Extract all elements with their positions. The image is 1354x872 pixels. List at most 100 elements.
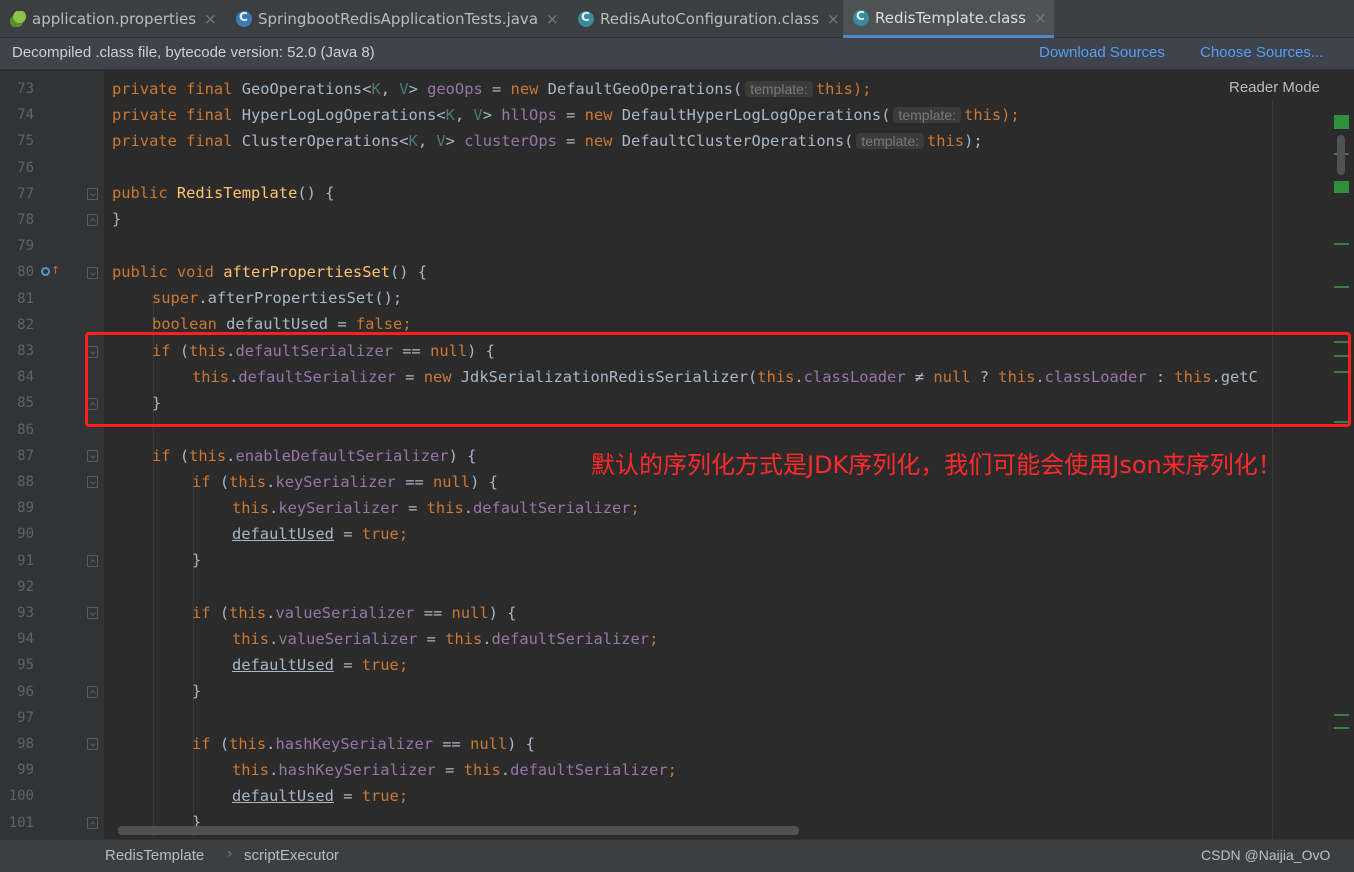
tab-redis-template[interactable]: RedisTemplate.class ×: [843, 0, 1054, 38]
line-number: 99: [17, 762, 34, 779]
line-number: 78: [17, 212, 34, 228]
parameter-hint: template:: [856, 133, 924, 149]
line-number: 88: [17, 474, 34, 490]
decompiled-info-bar: Decompiled .class file, bytecode version…: [0, 38, 1354, 70]
change-marker[interactable]: [1334, 727, 1349, 729]
line-number: 101: [8, 814, 34, 831]
line-number: 95: [17, 657, 34, 674]
reader-mode-button[interactable]: Reader Mode: [1229, 79, 1320, 96]
line-number: 94: [17, 631, 34, 648]
line-number: 73: [17, 81, 34, 97]
tab-label: application.properties: [32, 10, 197, 28]
line-number: 98: [17, 736, 34, 752]
annotation-note: 默认的序列化方式是JDK序列化，我们可能会使用Json来序列化！: [591, 451, 1282, 479]
fold-toggle-icon[interactable]: [87, 817, 98, 829]
line-number: 86: [17, 421, 34, 438]
decompiled-notice: Decompiled .class file, bytecode version…: [12, 44, 375, 61]
code-line-78: }: [112, 210, 122, 228]
editor-gutter: 73 74 75 76 77 78 79 80 81 82 83 84 85 86 87 88 89 90 91 92…: [0, 71, 104, 839]
line-number: 97: [17, 709, 34, 726]
line-number: 92: [17, 578, 34, 595]
line-number: 79: [17, 238, 34, 255]
vertical-scrollbar[interactable]: [1337, 135, 1345, 175]
close-icon[interactable]: ×: [1034, 9, 1047, 27]
code-line-88: if (this.keySerializer == null) {: [192, 473, 498, 491]
line-number: 91: [17, 552, 34, 569]
tab-label: RedisAutoConfiguration.class: [600, 10, 820, 28]
code-line-94: this.valueSerializer = this.defaultSeria…: [232, 630, 659, 648]
line-number: 90: [17, 526, 34, 543]
override-method-icon[interactable]: ↑: [41, 265, 60, 279]
editor-tab-bar: application.properties × SpringbootRedis…: [0, 0, 1354, 38]
code-line-99: this.hashKeySerializer = this.defaultSer…: [232, 761, 677, 779]
close-icon[interactable]: ×: [204, 10, 217, 28]
line-number: 84: [17, 369, 34, 386]
fold-toggle-icon[interactable]: [87, 476, 98, 488]
line-number: 80: [17, 264, 34, 281]
code-line-95: defaultUsed = true;: [232, 656, 409, 674]
code-line-73: private final GeoOperations<K, V> geoOps…: [112, 80, 872, 98]
change-marker[interactable]: [1334, 181, 1349, 193]
fold-toggle-icon[interactable]: [87, 686, 98, 698]
line-number: 85: [17, 395, 34, 412]
fold-toggle-icon[interactable]: [87, 555, 98, 567]
close-icon[interactable]: ×: [546, 10, 559, 28]
breadcrumb-item-class[interactable]: RedisTemplate: [105, 847, 204, 864]
compiled-class-icon: [578, 10, 594, 27]
parameter-hint: template:: [745, 81, 813, 97]
fold-toggle-icon[interactable]: [87, 214, 98, 226]
line-number: 75: [17, 133, 34, 150]
code-line-77: public RedisTemplate() {: [112, 184, 335, 202]
tab-springboot-redis-application-tests[interactable]: SpringbootRedisApplicationTests.java ×: [226, 0, 568, 38]
download-sources-link[interactable]: Download Sources: [1039, 44, 1165, 61]
code-line-90: defaultUsed = true;: [232, 525, 409, 543]
line-number: 81: [17, 290, 34, 307]
line-number: 89: [17, 500, 34, 517]
watermark: CSDN @Naijia_OvO: [1201, 847, 1331, 863]
spring-leaf-icon: [10, 11, 26, 27]
tab-label: SpringbootRedisApplicationTests.java: [258, 10, 539, 28]
change-marker[interactable]: [1334, 243, 1349, 245]
line-number: 83: [17, 343, 34, 359]
horizontal-scrollbar[interactable]: [118, 826, 799, 835]
tab-application-properties[interactable]: application.properties ×: [0, 0, 226, 38]
code-line-81: super.afterPropertiesSet();: [152, 289, 403, 307]
change-marker[interactable]: [1334, 714, 1349, 716]
code-editor[interactable]: 73 74 75 76 77 78 79 80 81 82 83 84 85 86 87 88 89 90 91 92…: [0, 71, 1354, 839]
code-line-89: this.keySerializer = this.defaultSeriali…: [232, 499, 640, 517]
fold-toggle-icon[interactable]: [87, 188, 98, 200]
code-line-75: private final ClusterOperations<K, V> cl…: [112, 132, 983, 150]
line-number: 82: [17, 316, 34, 333]
highlight-box: [85, 332, 1351, 427]
tab-label: RedisTemplate.class: [875, 8, 1026, 27]
java-class-icon: [236, 10, 252, 27]
code-line-96: }: [192, 682, 202, 700]
fold-toggle-icon[interactable]: [87, 267, 98, 279]
change-marker[interactable]: [1334, 286, 1349, 288]
line-number: 74: [17, 107, 34, 124]
breadcrumb-separator: ›: [227, 846, 233, 862]
breadcrumb-item-field[interactable]: scriptExecutor: [244, 847, 339, 864]
line-number: 77: [17, 185, 34, 202]
code-line-93: if (this.valueSerializer == null) {: [192, 604, 517, 622]
code-line-98: if (this.hashKeySerializer == null) {: [192, 735, 535, 753]
compiled-class-icon: [853, 9, 869, 26]
fold-toggle-icon[interactable]: [87, 738, 98, 750]
fold-toggle-icon[interactable]: [87, 450, 98, 462]
code-line-87: if (this.enableDefaultSerializer) {: [152, 447, 477, 465]
parameter-hint: template:: [893, 107, 962, 123]
tab-redis-auto-configuration[interactable]: RedisAutoConfiguration.class ×: [568, 0, 843, 38]
fold-toggle-icon[interactable]: [87, 607, 98, 619]
code-line-91: }: [192, 551, 202, 569]
line-number: 100: [8, 788, 34, 805]
choose-sources-link[interactable]: Choose Sources...: [1200, 44, 1323, 61]
line-number: 93: [17, 605, 34, 621]
code-line-80: public void afterPropertiesSet() {: [112, 263, 428, 281]
breadcrumb: RedisTemplate › scriptExecutor CSDN @Nai…: [0, 839, 1354, 872]
line-number: 87: [17, 447, 34, 464]
line-number: 96: [17, 683, 34, 700]
line-number: 76: [17, 159, 34, 176]
code-line-74: private final HyperLogLogOperations<K, V…: [112, 106, 1020, 124]
close-icon[interactable]: ×: [827, 10, 840, 28]
change-marker[interactable]: [1334, 115, 1349, 129]
